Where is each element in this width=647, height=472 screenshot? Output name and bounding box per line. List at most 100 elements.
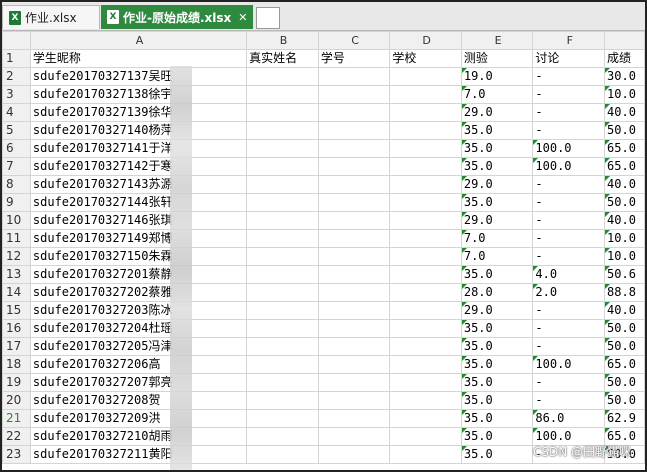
cell[interactable]: - [532, 229, 606, 248]
cell[interactable]: sdufe20170327146张琪 [29, 211, 248, 230]
cell[interactable]: 50.0 [604, 337, 645, 356]
cell[interactable] [389, 283, 462, 302]
row-header[interactable]: 8 [2, 175, 31, 194]
row-header[interactable]: 14 [2, 283, 31, 302]
column-header-3[interactable]: C [317, 31, 391, 50]
cell[interactable]: sdufe20170327139徐华 [29, 103, 248, 122]
cell[interactable]: 真实姓名 [246, 49, 319, 68]
cell[interactable] [389, 193, 462, 212]
cell[interactable]: 29.0 [460, 301, 534, 320]
cell[interactable] [389, 211, 462, 230]
cell[interactable]: 40.0 [604, 175, 645, 194]
cell[interactable]: 50.0 [604, 391, 645, 410]
cell[interactable]: 40.0 [604, 211, 645, 230]
cell[interactable] [317, 121, 391, 140]
cell[interactable]: 62.9 [604, 409, 645, 428]
cell[interactable] [246, 139, 319, 158]
cell[interactable] [389, 103, 462, 122]
cell[interactable] [389, 67, 462, 86]
row-header[interactable]: 21 [2, 409, 31, 428]
row-header[interactable]: 13 [2, 265, 31, 284]
cell[interactable]: 65.0 [604, 355, 645, 374]
cell[interactable] [317, 409, 391, 428]
cell[interactable]: 30.0 [604, 67, 645, 86]
row-header[interactable]: 19 [2, 373, 31, 392]
cell[interactable]: 29.0 [460, 211, 534, 230]
row-header[interactable]: 20 [2, 391, 31, 410]
cell[interactable] [246, 337, 319, 356]
cell[interactable] [317, 337, 391, 356]
cell[interactable] [389, 85, 462, 104]
cell[interactable]: 7.0 [460, 85, 534, 104]
cell[interactable]: - [532, 391, 606, 410]
cell[interactable] [246, 301, 319, 320]
cell[interactable] [389, 409, 462, 428]
column-header-1[interactable]: A [29, 31, 248, 50]
cell[interactable]: sdufe20170327150朱霖 [29, 247, 248, 266]
cell[interactable] [246, 427, 319, 446]
tab-homework-xlsx[interactable]: X 作业.xlsx [2, 5, 100, 29]
cell[interactable]: sdufe20170327143苏源 [29, 175, 248, 194]
cell[interactable] [389, 157, 462, 176]
cell[interactable] [246, 211, 319, 230]
cell[interactable]: 7.0 [460, 229, 534, 248]
row-header[interactable]: 2 [2, 67, 31, 86]
cell[interactable]: - [532, 211, 606, 230]
cell[interactable] [317, 301, 391, 320]
row-header[interactable]: 17 [2, 337, 31, 356]
row-header[interactable]: 10 [2, 211, 31, 230]
cell[interactable] [317, 103, 391, 122]
cell[interactable] [317, 373, 391, 392]
cell[interactable]: sdufe20170327140杨萍 [29, 121, 248, 140]
cell[interactable]: 4.0 [532, 265, 606, 284]
cell[interactable] [246, 373, 319, 392]
cell[interactable]: 35.0 [460, 337, 534, 356]
cell[interactable] [317, 157, 391, 176]
cell[interactable]: - [532, 319, 606, 338]
cell[interactable]: 成绩 [604, 49, 645, 68]
cell[interactable] [389, 229, 462, 248]
cell[interactable] [317, 193, 391, 212]
cell[interactable]: - [532, 85, 606, 104]
column-header-4[interactable]: D [389, 31, 462, 50]
cell[interactable] [389, 445, 462, 464]
row-header[interactable]: 9 [2, 193, 31, 212]
cell[interactable]: sdufe20170327203陈冰 [29, 301, 248, 320]
row-header[interactable]: 18 [2, 355, 31, 374]
cell[interactable]: 35.0 [460, 427, 534, 446]
cell[interactable] [389, 319, 462, 338]
cell[interactable]: 35.0 [460, 193, 534, 212]
column-header-5[interactable]: E [460, 31, 534, 50]
cell[interactable]: 40.0 [604, 103, 645, 122]
cell[interactable]: 35.0 [460, 139, 534, 158]
sheet-grid[interactable]: ABCDEF 1 学生昵称 真实姓名 学号 学校 测验 讨论 成绩 2 sdufe20170327… [2, 31, 645, 464]
cell[interactable]: 35.0 [460, 391, 534, 410]
cell[interactable]: sdufe20170327144张轩 [29, 193, 248, 212]
cell[interactable] [389, 391, 462, 410]
cell[interactable]: 35.0 [460, 157, 534, 176]
cell[interactable]: sdufe20170327205冯津 [29, 337, 248, 356]
cell[interactable] [389, 373, 462, 392]
cell[interactable]: 35.0 [460, 445, 534, 464]
cell[interactable]: 10.0 [604, 229, 645, 248]
cell[interactable]: 7.0 [460, 247, 534, 266]
cell[interactable] [317, 211, 391, 230]
cell[interactable]: 学生昵称 [29, 49, 248, 68]
cell[interactable] [317, 355, 391, 374]
cell[interactable] [246, 121, 319, 140]
row-header[interactable]: 1 [2, 49, 31, 68]
cell[interactable]: - [532, 193, 606, 212]
cell[interactable]: 29.0 [460, 103, 534, 122]
cell[interactable]: 100.0 [532, 139, 606, 158]
cell[interactable]: 2.0 [532, 283, 606, 302]
cell[interactable] [246, 85, 319, 104]
cell[interactable]: 测验 [460, 49, 534, 68]
cell[interactable]: 35.0 [460, 373, 534, 392]
cell[interactable]: sdufe20170327209洪 [29, 409, 248, 428]
cell[interactable] [389, 175, 462, 194]
cell[interactable]: sdufe20170327210胡雨 [29, 427, 248, 446]
cell[interactable]: - [532, 373, 606, 392]
new-tab-button[interactable] [256, 7, 280, 29]
cell[interactable] [317, 247, 391, 266]
column-header-7[interactable] [604, 31, 645, 50]
